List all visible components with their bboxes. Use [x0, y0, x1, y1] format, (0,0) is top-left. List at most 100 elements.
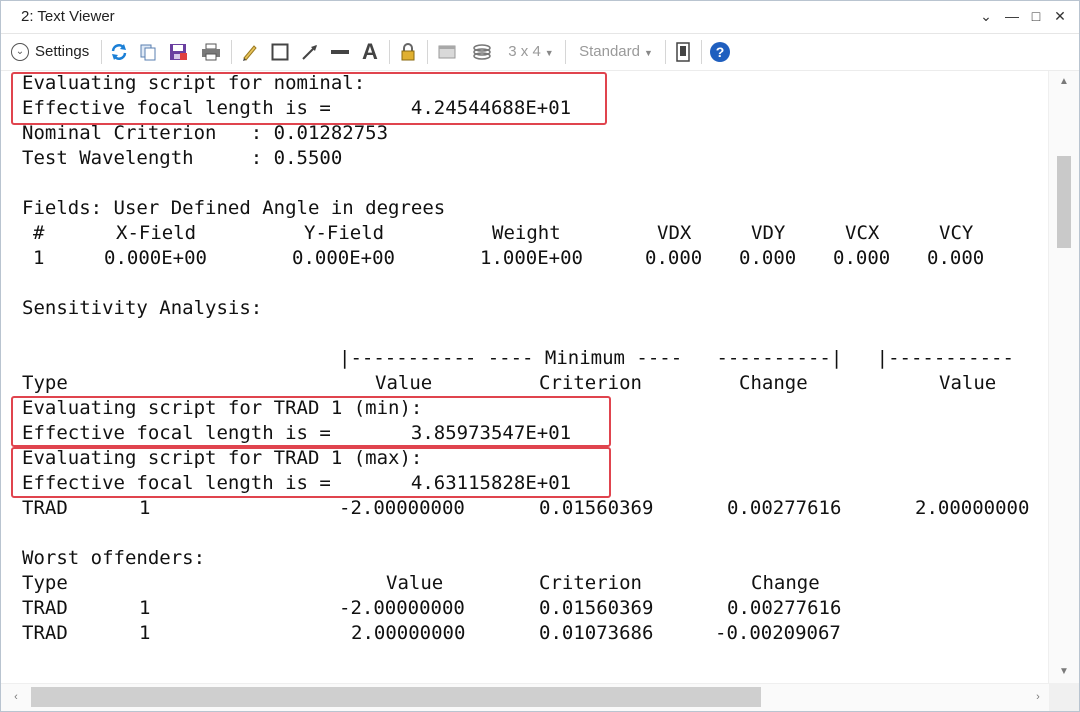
- scroll-right-icon[interactable]: ›: [1031, 690, 1045, 704]
- toolbar-separator: [565, 40, 566, 64]
- settings-button[interactable]: ⌄ Settings: [11, 39, 97, 65]
- lock-button[interactable]: [395, 39, 421, 65]
- save-icon: [170, 44, 187, 61]
- toolbar: ⌄ Settings A 3 x 4 ▼ Standard ▼ ?: [1, 34, 1079, 71]
- refresh-button[interactable]: [107, 39, 131, 65]
- help-button[interactable]: ?: [707, 39, 733, 65]
- dropdown-arrow-icon: ▼: [544, 48, 554, 58]
- scroll-left-icon[interactable]: ‹: [9, 690, 23, 704]
- toolbar-separator: [389, 40, 390, 64]
- pencil-button[interactable]: [237, 39, 263, 65]
- worst-row-cell: 0.01560369: [539, 597, 654, 619]
- fields-header-cell: VDX: [657, 222, 692, 244]
- rectangle-icon: [271, 43, 289, 61]
- highlight-box-trad-min: [11, 396, 611, 447]
- sens-row-cell: TRAD: [22, 497, 68, 519]
- highlight-box-trad-max: [11, 447, 611, 498]
- sens-header-cell: Change: [739, 372, 808, 394]
- arrow-button[interactable]: [297, 39, 323, 65]
- worst-header-cell: Type: [22, 572, 68, 594]
- style-dropdown[interactable]: Standard ▼: [571, 39, 661, 65]
- copy-icon: [140, 44, 156, 61]
- save-button[interactable]: [165, 39, 191, 65]
- fields-row-cell: 0.000: [927, 247, 985, 269]
- device-button[interactable]: [671, 39, 695, 65]
- sens-row-cell: 1: [139, 497, 151, 519]
- vertical-scrollbar[interactable]: ▲ ▼: [1048, 71, 1079, 683]
- horizontal-scrollbar[interactable]: ‹ ›: [1, 683, 1049, 711]
- worst-row-cell: 1: [139, 597, 151, 619]
- sens-row-cell: 2.00000000: [915, 497, 1030, 519]
- sensitivity-group-header: |----------- ---- Minimum ---- ---------…: [339, 347, 1014, 369]
- text-icon: A: [362, 39, 378, 64]
- window-button[interactable]: [433, 39, 461, 65]
- scroll-down-icon[interactable]: ▼: [1057, 665, 1071, 679]
- arrow-icon: [302, 45, 317, 60]
- window-title: 2: Text Viewer: [21, 8, 115, 25]
- sens-row-cell: 0.00277616: [727, 497, 842, 519]
- print-icon: [202, 43, 220, 61]
- text-button[interactable]: A: [357, 39, 383, 65]
- minimize-icon[interactable]: —: [1001, 5, 1023, 27]
- dropdown-arrow-icon: ▼: [643, 48, 653, 58]
- fields-row-cell: 0.000E+00: [104, 247, 207, 269]
- layers-icon: [473, 44, 491, 60]
- fields-header-cell: Y-Field: [304, 222, 385, 244]
- fields-header-cell: VDY: [751, 222, 786, 244]
- svg-text:?: ?: [716, 44, 725, 60]
- worst-row-cell: 1: [139, 622, 151, 644]
- print-button[interactable]: [197, 39, 225, 65]
- sens-header-cell: Value: [939, 372, 997, 394]
- fields-row-cell: 1: [33, 247, 45, 269]
- worst-row-cell: -2.00000000: [339, 597, 465, 619]
- maximize-icon[interactable]: □: [1025, 5, 1047, 27]
- worst-header-cell: Criterion: [539, 572, 642, 594]
- worst-row-cell: 2.00000000: [351, 622, 466, 644]
- toolbar-separator: [665, 40, 666, 64]
- fields-header-cell: VCX: [845, 222, 880, 244]
- fields-row-cell: 0.000: [833, 247, 891, 269]
- toolbar-separator: [701, 40, 702, 64]
- grid-size-value: 3 x 4: [508, 43, 541, 60]
- help-icon: ?: [710, 42, 730, 63]
- settings-label: Settings: [35, 43, 90, 60]
- scroll-up-icon[interactable]: ▲: [1057, 75, 1071, 89]
- toolbar-separator: [101, 40, 102, 64]
- close-icon[interactable]: ✕: [1049, 5, 1071, 27]
- worst-offenders-title: Worst offenders:: [22, 547, 206, 569]
- worst-row-cell: TRAD: [22, 597, 68, 619]
- sens-row-cell: -2.00000000: [339, 497, 465, 519]
- fields-title: Fields: User Defined Angle in degrees: [22, 197, 446, 219]
- layers-button[interactable]: [467, 39, 497, 65]
- worst-row-cell: -0.00209067: [715, 622, 841, 644]
- fields-header-cell: Weight: [492, 222, 561, 244]
- sensitivity-title: Sensitivity Analysis:: [22, 297, 263, 319]
- line-button[interactable]: [327, 39, 353, 65]
- sens-row-cell: 0.01560369: [539, 497, 654, 519]
- pencil-icon: [243, 45, 257, 62]
- worst-row-cell: 0.01073686: [539, 622, 654, 644]
- fields-row-cell: 0.000: [645, 247, 703, 269]
- report-text-area[interactable]: Evaluating script for nominal: Effective…: [1, 71, 1049, 683]
- worst-header-cell: Value: [386, 572, 444, 594]
- text-viewer-window: 2: Text Viewer ⌄ — □ ✕ ⌄ Settings A 3 x …: [0, 0, 1080, 712]
- refresh-icon: [111, 44, 127, 61]
- grid-size-dropdown[interactable]: 3 x 4 ▼: [503, 39, 559, 65]
- copy-button[interactable]: [135, 39, 161, 65]
- toolbar-separator: [427, 40, 428, 64]
- fields-header-cell: VCY: [939, 222, 974, 244]
- lock-icon: [401, 43, 415, 61]
- chevron-down-icon[interactable]: ⌄: [975, 5, 997, 27]
- horizontal-scroll-thumb[interactable]: [31, 687, 761, 707]
- sens-header-cell: Value: [375, 372, 433, 394]
- worst-header-cell: Change: [751, 572, 820, 594]
- toolbar-separator: [231, 40, 232, 64]
- fields-header-cell: #: [33, 222, 45, 244]
- sens-header-cell: Criterion: [539, 372, 642, 394]
- window-icon: [438, 45, 456, 59]
- sens-header-cell: Type: [22, 372, 68, 394]
- vertical-scroll-thumb[interactable]: [1057, 156, 1071, 248]
- worst-row-cell: TRAD: [22, 622, 68, 644]
- test-wavelength-line: Test Wavelength : 0.5500: [22, 147, 343, 169]
- rectangle-button[interactable]: [267, 39, 293, 65]
